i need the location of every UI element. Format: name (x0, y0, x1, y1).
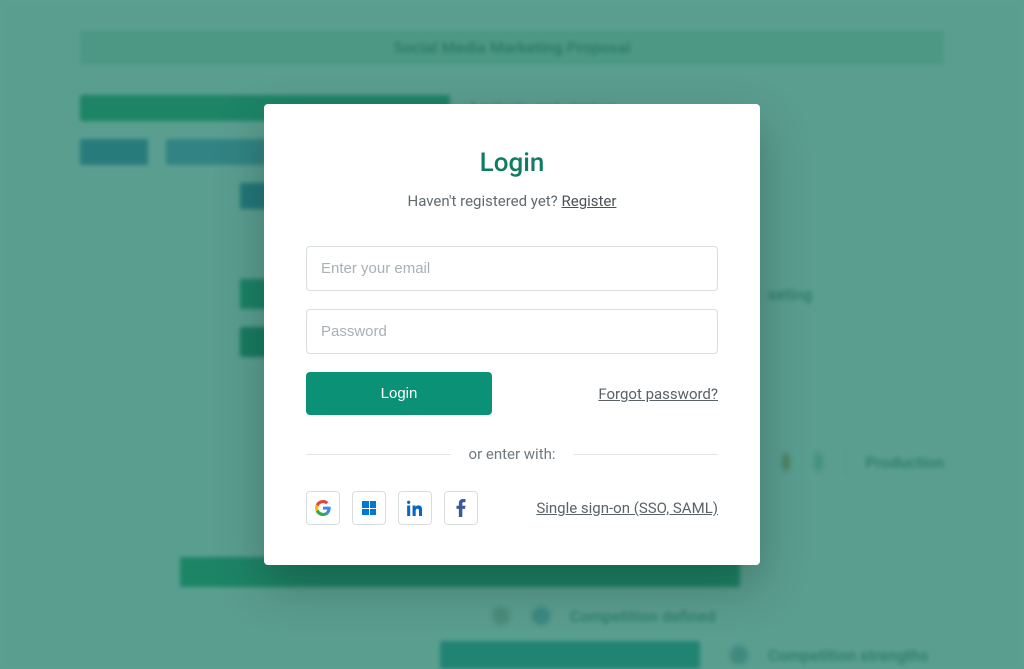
google-icon (315, 500, 331, 516)
separator-text: or enter with: (469, 445, 556, 463)
email-field[interactable] (306, 246, 718, 291)
forgot-password-link[interactable]: Forgot password? (598, 385, 718, 403)
separator-row: or enter with: (306, 445, 718, 463)
separator-line (574, 454, 719, 455)
facebook-icon (456, 499, 466, 517)
register-prompt: Haven't registered yet? (408, 192, 562, 210)
modal-title: Login (306, 148, 718, 178)
register-line: Haven't registered yet? Register (306, 192, 718, 210)
linkedin-login-button[interactable] (398, 491, 432, 525)
login-button[interactable]: Login (306, 372, 492, 415)
separator-line (306, 454, 451, 455)
facebook-login-button[interactable] (444, 491, 478, 525)
register-link[interactable]: Register (562, 192, 617, 210)
password-field[interactable] (306, 309, 718, 354)
microsoft-icon (362, 501, 376, 515)
login-modal: Login Haven't registered yet? Register L… (264, 104, 760, 565)
microsoft-login-button[interactable] (352, 491, 386, 525)
modal-overlay: Login Haven't registered yet? Register L… (0, 0, 1024, 669)
google-login-button[interactable] (306, 491, 340, 525)
sso-link[interactable]: Single sign-on (SSO, SAML) (536, 499, 718, 517)
linkedin-icon (407, 500, 423, 516)
